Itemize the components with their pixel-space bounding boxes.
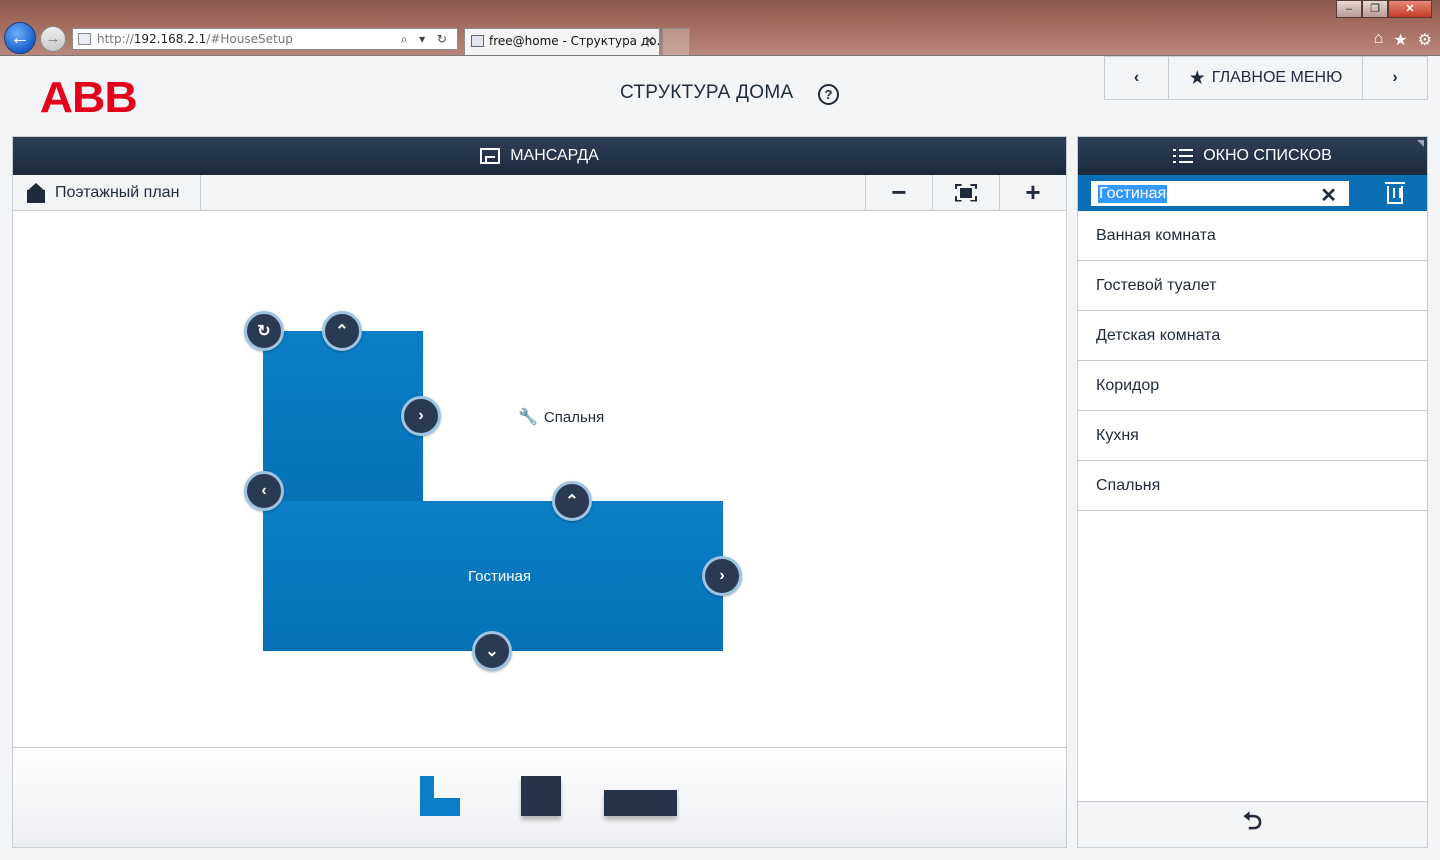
main-menu-label: ГЛАВНОЕ МЕНЮ <box>1211 69 1343 86</box>
floor-toolbar: Поэтажный план − + <box>13 175 1066 211</box>
browser-toolbar-icons: ⌂ ★ ⚙ <box>1374 30 1432 50</box>
tab-close-icon[interactable]: ✕ <box>644 29 655 54</box>
zoom-in-button[interactable]: + <box>999 175 1066 210</box>
list-header: ОКНО СПИСКОВ <box>1078 137 1427 175</box>
room-shape-palette <box>13 747 1066 847</box>
list-item[interactable]: Спальня <box>1078 461 1427 511</box>
shape-square-room[interactable] <box>521 776 561 816</box>
browser-tab-active[interactable]: free@home - Структура до... ✕ <box>464 28 660 55</box>
floor-header: МАНСАРДА <box>13 137 1066 175</box>
room-bedroom-name: Спальня <box>543 409 605 426</box>
list-item[interactable]: Коридор <box>1078 361 1427 411</box>
star-icon: ★ <box>1188 67 1206 89</box>
maximize-button[interactable]: ❐ <box>1362 0 1388 18</box>
window-controls: – ❐ ✕ <box>1336 0 1432 18</box>
home-icon[interactable]: ⌂ <box>1374 30 1384 50</box>
tab-favicon-icon <box>471 35 484 47</box>
shape-l-room[interactable] <box>420 776 460 816</box>
top-navigation: ‹ ★ ГЛАВНОЕ МЕНЮ › <box>1104 56 1428 100</box>
delete-button[interactable] <box>1363 175 1427 211</box>
list-item[interactable]: Ванная комната <box>1078 211 1427 261</box>
trash-icon <box>1385 182 1405 204</box>
room-living-upper[interactable] <box>263 331 423 501</box>
list-panel: ОКНО СПИСКОВ Гостиная ✕ Ванная комната Г… <box>1077 136 1428 848</box>
settings-gear-icon[interactable]: ⚙ <box>1418 30 1432 50</box>
floor-panel: МАНСАРДА Поэтажный план − + 🔧 Спальня Гос… <box>12 136 1067 848</box>
minimize-button[interactable]: – <box>1336 0 1362 18</box>
nav-prev-button[interactable]: ‹ <box>1105 57 1169 99</box>
floor-plan-icon <box>480 148 501 164</box>
search-field[interactable]: Гостиная ✕ <box>1090 180 1350 207</box>
forward-button[interactable]: → <box>40 26 66 52</box>
browser-chrome: – ❐ ✕ ← → http://192.168.2.1/#HouseSetup… <box>0 0 1440 56</box>
list-item[interactable]: Гостевой туалет <box>1078 261 1427 311</box>
url-path: /#HouseSetup <box>206 32 293 46</box>
search-row: Гостиная ✕ <box>1078 175 1427 211</box>
resize-up-handle[interactable]: ⌃ <box>322 311 362 351</box>
address-bar[interactable]: http://192.168.2.1/#HouseSetup ⌕ ▾ ↻ <box>72 28 458 50</box>
wrench-icon: 🔧 <box>518 409 538 426</box>
main-menu-button[interactable]: ★ ГЛАВНОЕ МЕНЮ <box>1169 57 1363 99</box>
floor-plan-label: Поэтажный план <box>55 183 180 201</box>
app-root: ABB СТРУКТУРА ДОМА ? ‹ ★ ГЛАВНОЕ МЕНЮ › … <box>0 56 1440 860</box>
list-title: ОКНО СПИСКОВ <box>1203 147 1332 164</box>
shape-rect-room[interactable] <box>604 790 677 816</box>
resize-right-handle[interactable]: › <box>702 556 742 596</box>
list-item[interactable]: Кухня <box>1078 411 1427 461</box>
fit-to-screen-button[interactable] <box>932 175 999 210</box>
zoom-controls: − + <box>865 175 1066 210</box>
address-tools[interactable]: ⌕ ▾ ↻ <box>401 29 451 49</box>
url-host: 192.168.2.1 <box>133 32 207 46</box>
list-item[interactable]: Детская комната <box>1078 311 1427 361</box>
list-footer: ⮌ <box>1078 801 1427 847</box>
back-button[interactable]: ← <box>4 22 36 54</box>
room-living-label: Гостиная <box>468 568 531 585</box>
search-input[interactable]: Гостиная <box>1098 185 1168 203</box>
favorites-star-icon[interactable]: ★ <box>1393 30 1407 50</box>
list-icon <box>1173 149 1194 163</box>
back-arrow-icon[interactable]: ⮌ <box>1243 804 1262 845</box>
page-icon <box>78 33 91 45</box>
rotate-handle[interactable]: ↻ <box>244 311 284 351</box>
resize-down-handle[interactable]: ⌄ <box>472 631 512 671</box>
floor-canvas[interactable]: 🔧 Спальня Гостиная ↻ ⌃ › ‹ ⌃ › ⌄ <box>13 211 1066 747</box>
nav-next-button[interactable]: › <box>1363 57 1427 99</box>
tab-title: free@home - Структура до... <box>489 34 660 48</box>
house-icon <box>27 182 45 203</box>
help-icon[interactable]: ? <box>818 84 839 105</box>
page-title: СТРУКТУРА ДОМА <box>620 82 794 103</box>
url-scheme: http:// <box>97 32 134 46</box>
resize-right-handle-inner[interactable]: › <box>401 396 441 436</box>
room-list: Ванная комната Гостевой туалет Детская к… <box>1078 211 1427 511</box>
resize-up-handle-inner[interactable]: ⌃ <box>552 481 592 521</box>
room-bedroom-label: 🔧 Спальня <box>518 407 604 427</box>
fit-screen-icon <box>955 184 977 202</box>
resize-left-handle[interactable]: ‹ <box>244 471 284 511</box>
clear-search-button[interactable]: ✕ <box>1320 183 1337 208</box>
panel-corner-icon <box>1417 140 1424 147</box>
abb-logo: ABB <box>39 73 138 122</box>
floor-name: МАНСАРДА <box>510 147 599 164</box>
zoom-out-button[interactable]: − <box>865 175 932 210</box>
floor-plan-button[interactable]: Поэтажный план <box>13 175 201 210</box>
close-window-button[interactable]: ✕ <box>1388 0 1432 18</box>
new-tab-button[interactable] <box>662 28 690 55</box>
